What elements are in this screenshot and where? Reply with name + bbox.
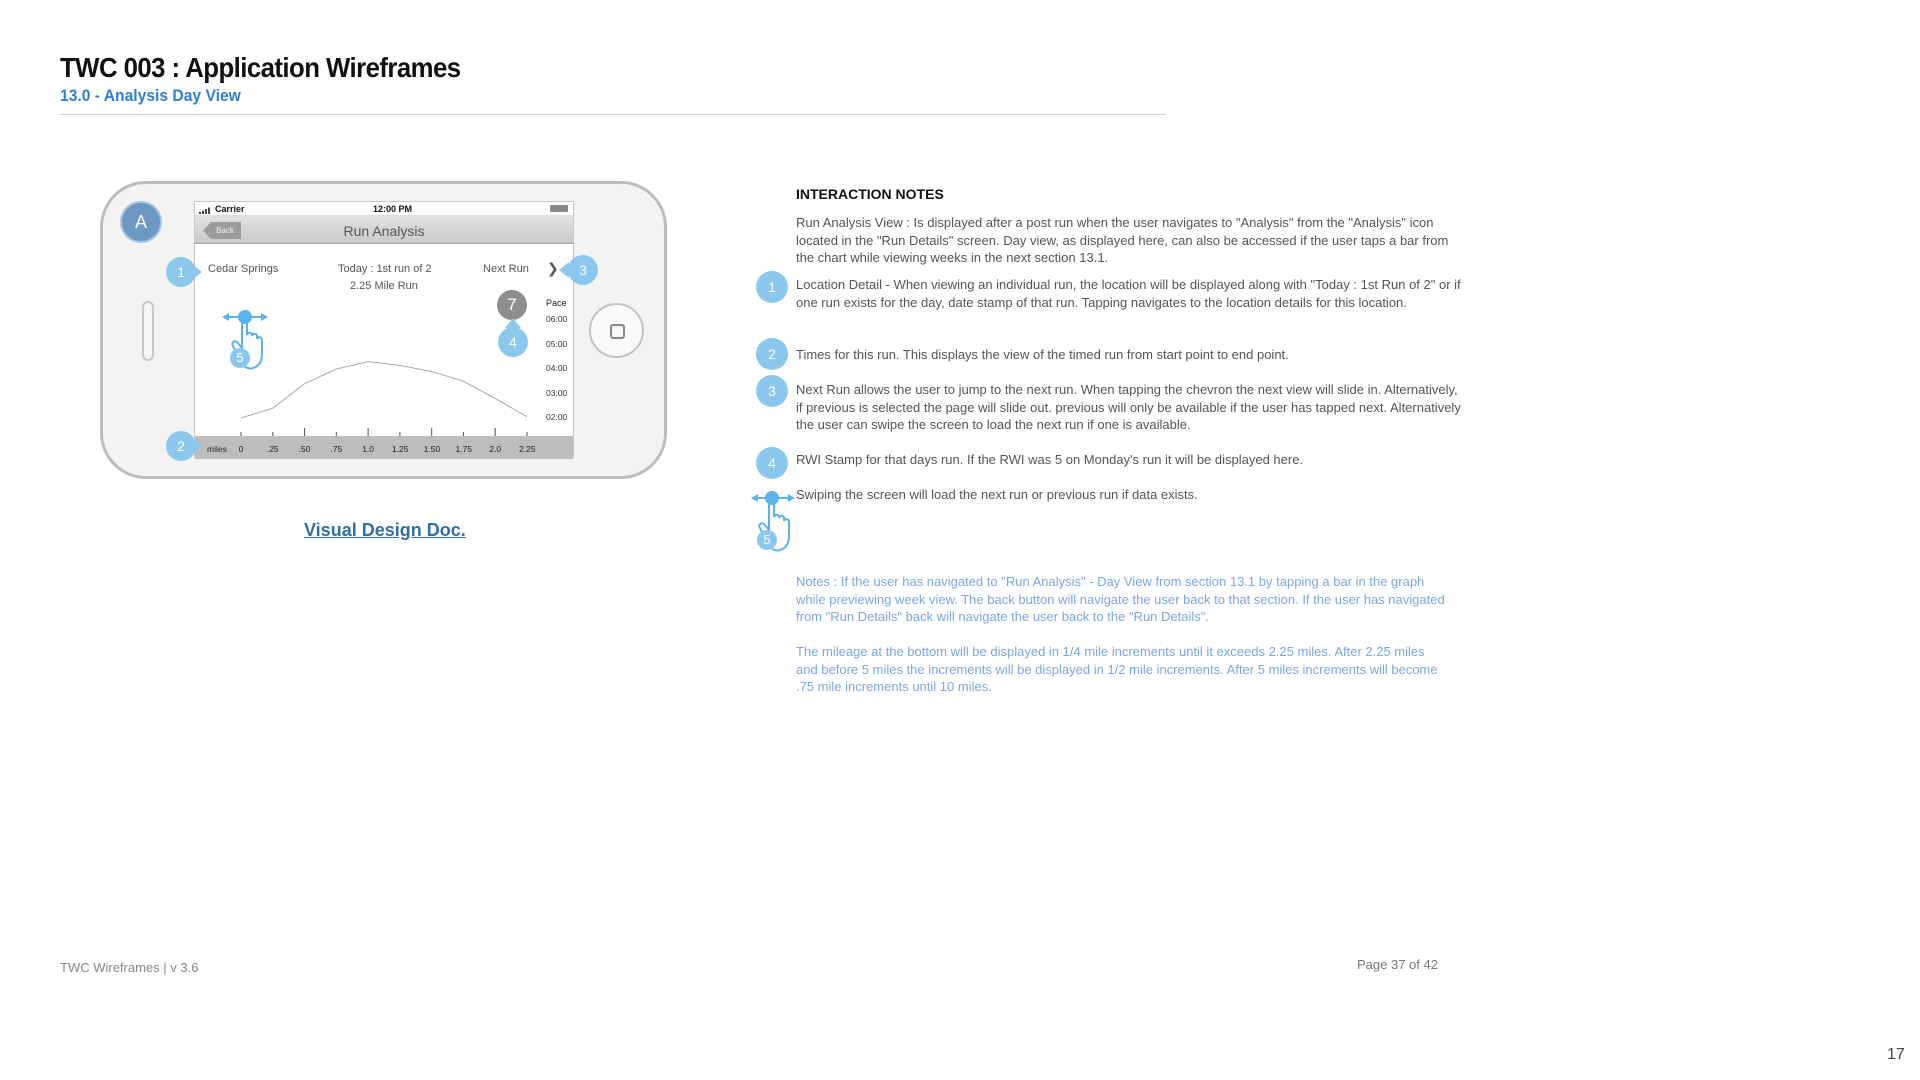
note-text-5: Swiping the screen will load the next ru… (796, 487, 1198, 502)
section-subtitle: 13.0 - Analysis Day View (60, 86, 241, 105)
callout-3: 3 (559, 255, 598, 285)
x-tick-label: .75 (330, 444, 343, 454)
note-back-navigation: Notes : If the user has navigated to "Ru… (796, 574, 1445, 624)
note-mileage-increments: The mileage at the bottom will be displa… (796, 644, 1438, 694)
note-number-5: 5 (763, 532, 771, 547)
callout-2: 2 (166, 431, 202, 461)
note-text-3: Next Run allows the user to jump to the … (796, 382, 1461, 432)
note-text-2: Times for this run. This displays the vi… (796, 347, 1289, 362)
note-text-4: RWI Stamp for that days run. If the RWI … (796, 452, 1304, 467)
callout-1: 1 (166, 257, 202, 287)
notes-heading: INTERACTION NOTES (796, 186, 944, 202)
swipe-gesture-icon (222, 310, 268, 370)
home-button[interactable] (589, 303, 644, 358)
x-tick-label: 2.0 (489, 444, 502, 454)
visual-design-doc-link[interactable]: Visual Design Doc. (304, 520, 466, 541)
home-button-icon (610, 324, 625, 339)
x-tick-label: 1.75 (455, 444, 472, 454)
note-text-1: Location Detail - When viewing an indivi… (796, 277, 1461, 310)
notes-intro: Run Analysis View : Is displayed after a… (796, 215, 1449, 265)
x-tick-label: 1.0 (362, 444, 375, 454)
x-axis-label: miles (207, 444, 227, 454)
note-number-3: 3 (756, 375, 788, 407)
x-tick-label: .25 (266, 444, 279, 454)
header-divider (60, 114, 1166, 115)
phone-speaker (142, 301, 154, 361)
pace-series-line (240, 361, 528, 419)
callout-5: 5 (236, 350, 244, 365)
slide-number: 17 (1887, 1046, 1905, 1063)
footer-page-number: Page 37 of 42 (1357, 957, 1438, 972)
wireframe-badge: A (120, 201, 162, 243)
note-number-4: 4 (756, 447, 788, 479)
x-tick-label: 1.50 (423, 444, 441, 454)
footer-version: TWC Wireframes | v 3.6 (60, 960, 199, 975)
x-axis-bar (195, 436, 573, 459)
note-number-1: 1 (756, 271, 788, 303)
x-tick-label: .50 (298, 444, 311, 454)
x-tick-label: 1.25 (391, 444, 409, 454)
x-tick-label: 0 (238, 444, 244, 454)
x-tick-label: 2.25 (519, 444, 536, 454)
swipe-gesture-icon (751, 491, 795, 552)
page-title: TWC 003 : Application Wireframes (60, 52, 461, 83)
callout-4: 4 (498, 318, 528, 357)
note-number-2: 2 (756, 338, 788, 370)
